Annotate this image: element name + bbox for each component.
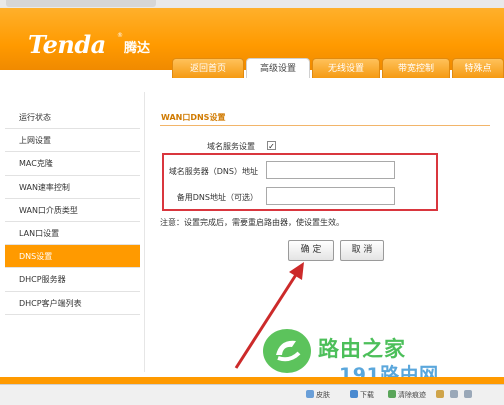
watermark-logo-icon (263, 329, 311, 373)
status-download[interactable]: 下载 (360, 390, 374, 400)
tray-icon (464, 390, 472, 398)
clear-traces-icon (388, 390, 396, 398)
status-skin[interactable]: 皮肤 (316, 390, 330, 400)
watermark-text: 路由之家 (318, 337, 406, 361)
annotation-arrow (234, 262, 304, 369)
status-clear-traces[interactable]: 清除痕迹 (398, 390, 426, 400)
tray-icon (450, 390, 458, 398)
tray-icon (436, 390, 444, 398)
browser-status-bar: 皮肤 下载 清除痕迹 (0, 384, 504, 405)
footer-bar (0, 377, 504, 384)
download-icon (350, 390, 358, 398)
skin-icon (306, 390, 314, 398)
